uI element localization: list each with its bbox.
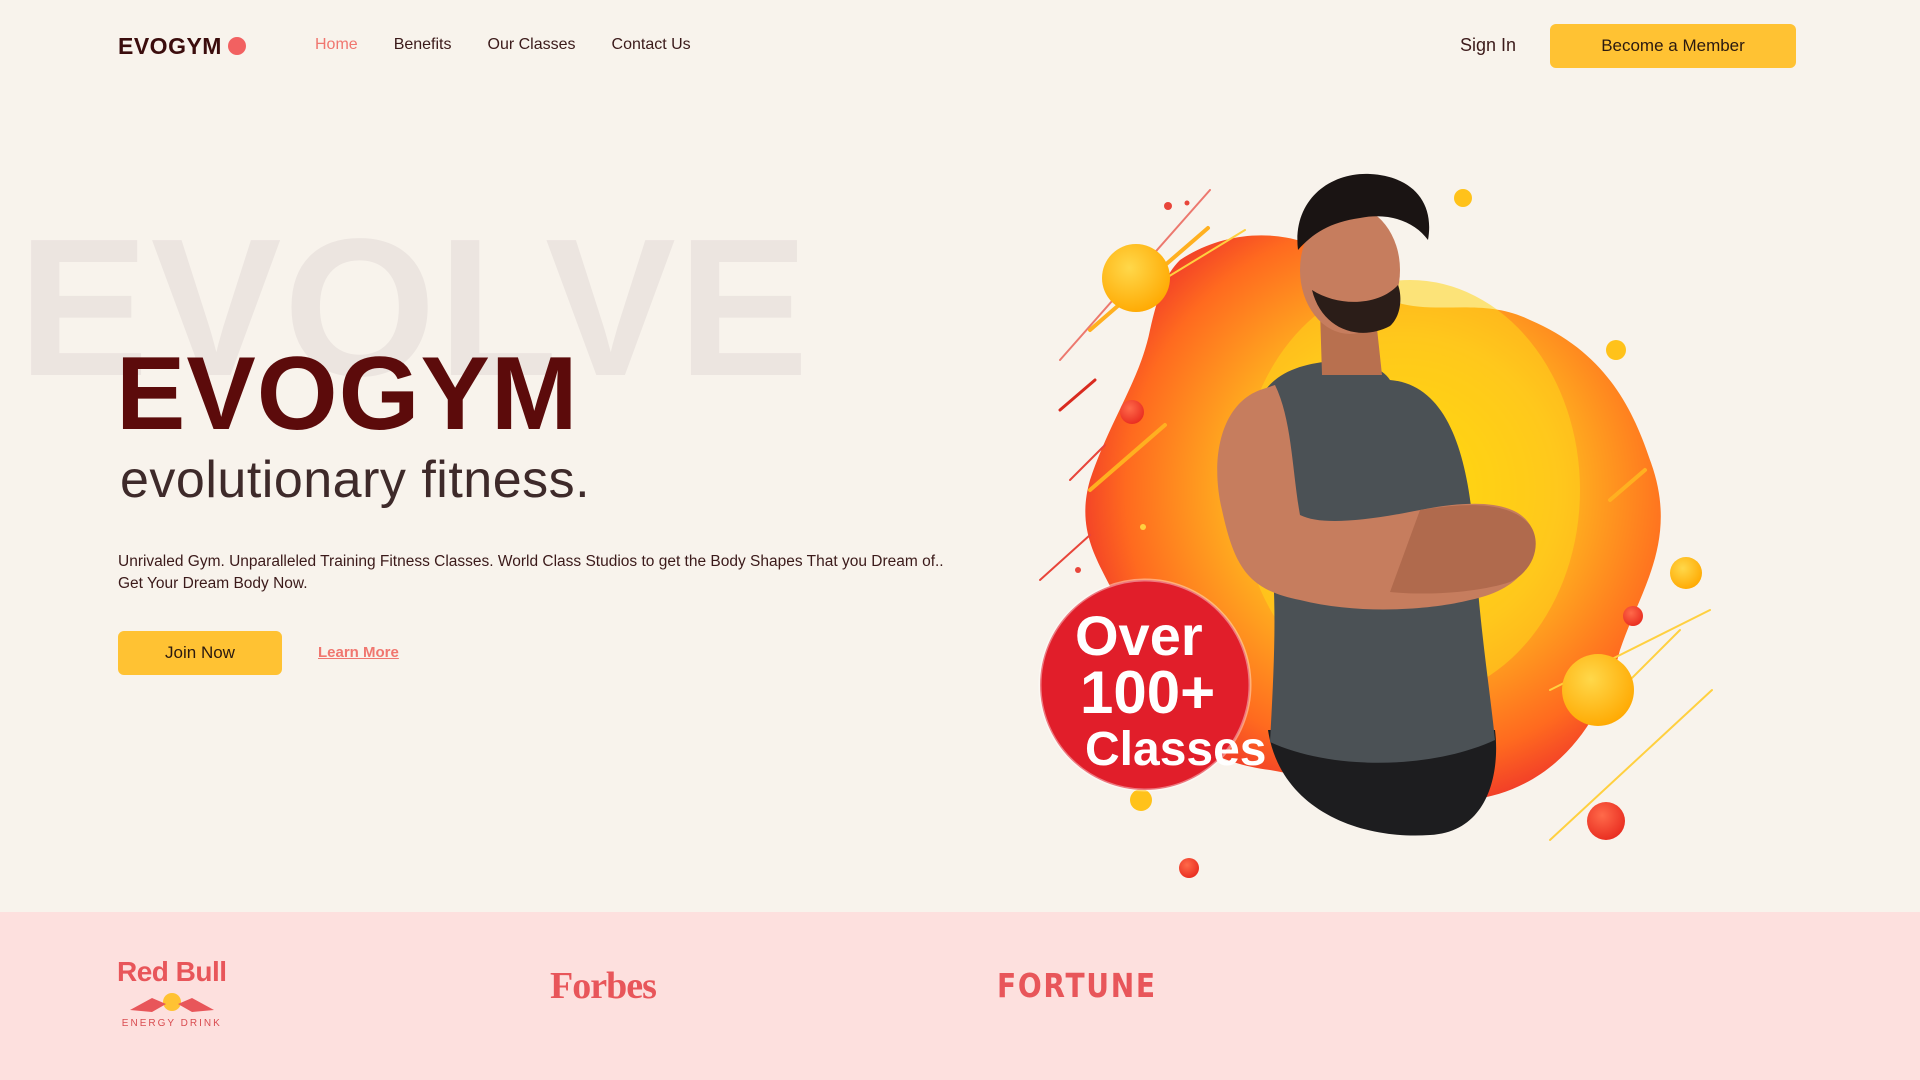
nav-link-contact-us[interactable]: Contact Us	[612, 36, 691, 54]
join-now-button[interactable]: Join Now	[118, 631, 282, 675]
tiny-dot	[1140, 524, 1146, 530]
nav-link-our-classes[interactable]: Our Classes	[488, 36, 576, 54]
hero-illustration: Over 100+ Classes	[1038, 173, 1713, 878]
hero-description: Unrivaled Gym. Unparalleled Training Fit…	[118, 553, 944, 592]
yellow-ball-large	[1102, 244, 1170, 312]
hero-title: EVOGYM	[116, 336, 579, 452]
red-ball-bottom	[1179, 858, 1199, 878]
logo-text: EVOGYM	[118, 32, 222, 59]
red-ball-left	[1120, 400, 1144, 424]
yellow-ball-bottom-right	[1562, 654, 1634, 726]
learn-more-link[interactable]: Learn More	[318, 644, 399, 661]
badge-line-count: 100+	[1080, 659, 1215, 726]
yellow-ball-right	[1606, 340, 1626, 360]
hero-subtitle: evolutionary fitness.	[120, 451, 591, 509]
badge-line-over: Over	[1075, 604, 1203, 667]
red-ball-right	[1623, 606, 1643, 626]
top-nav: EVOGYM Home Benefits Our Classes Contact…	[0, 0, 1920, 92]
sign-in-link[interactable]: Sign In	[1460, 35, 1516, 56]
fortune-logo: FORTUNE	[997, 966, 1157, 1005]
sponsors-band: Red Bull ENERGY DRINK Forbes FORTUNE	[0, 912, 1920, 1080]
yellow-ball-bottom-left	[1130, 789, 1152, 811]
logo-dot-icon	[227, 37, 246, 55]
become-member-button[interactable]: Become a Member	[1550, 24, 1796, 68]
tiny-dot	[1164, 202, 1172, 210]
logo[interactable]: EVOGYM	[118, 30, 246, 62]
redbull-bulls-icon	[130, 993, 214, 1012]
badge-line-classes: Classes	[1085, 723, 1266, 776]
nav-link-home[interactable]: Home	[315, 36, 358, 54]
nav-links: Home Benefits Our Classes Contact Us	[315, 36, 691, 54]
redbull-logo: Red Bull ENERGY DRINK	[117, 956, 227, 1029]
yellow-ball-small	[1454, 189, 1472, 207]
forbes-logo: Forbes	[550, 965, 657, 1007]
redbull-logo-text: Red Bull	[117, 956, 227, 987]
nav-link-benefits[interactable]: Benefits	[394, 36, 452, 54]
tiny-dot	[1184, 200, 1190, 206]
yellow-ball-mid-right	[1670, 557, 1702, 589]
tiny-dot	[1075, 567, 1081, 573]
red-ball-bottom-right	[1587, 802, 1625, 840]
redbull-sub-text: ENERGY DRINK	[121, 1018, 222, 1029]
